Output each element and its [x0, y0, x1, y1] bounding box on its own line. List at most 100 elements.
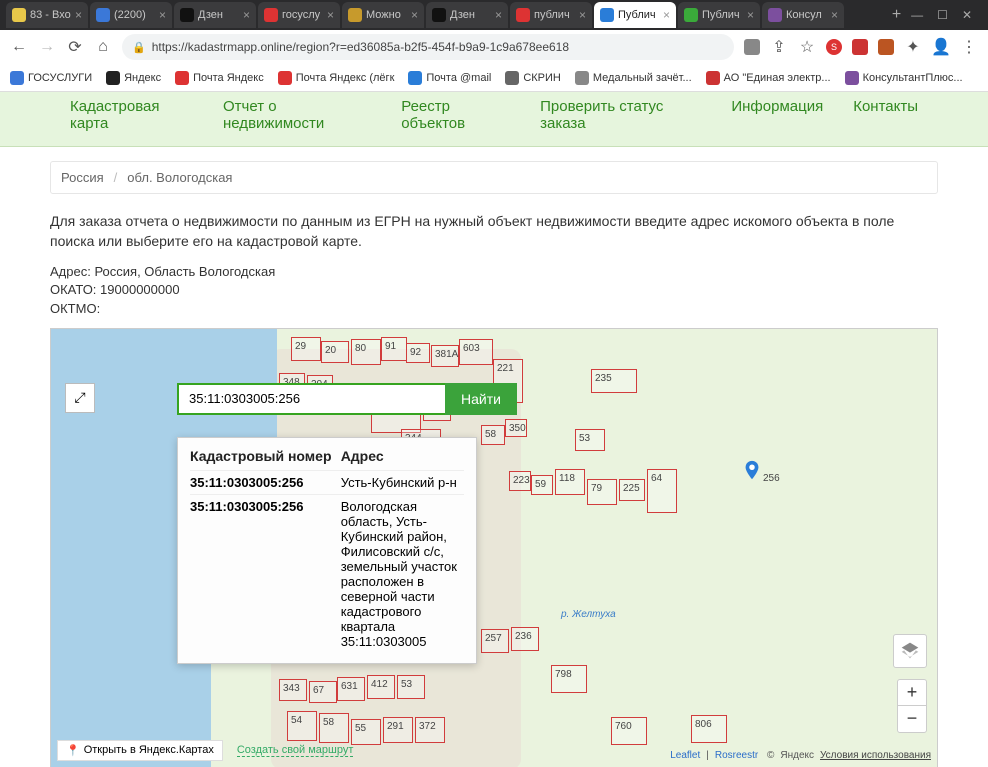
- parcel-label: 79: [591, 483, 602, 494]
- back-button[interactable]: ←: [10, 38, 28, 56]
- parcel-label: 257: [485, 633, 502, 644]
- bookmark-item[interactable]: Медальный зачёт...: [575, 71, 692, 85]
- zoom-out-button[interactable]: −: [898, 706, 926, 732]
- ext-icon[interactable]: [852, 39, 868, 55]
- browser-tab[interactable]: 83 - Вхо×: [6, 2, 88, 28]
- leaflet-link[interactable]: Leaflet: [670, 750, 700, 761]
- nav-info[interactable]: Информация: [731, 98, 823, 132]
- browser-tab[interactable]: Консул×: [762, 2, 844, 28]
- window-close[interactable]: ✕: [962, 8, 972, 22]
- zoom-control: + −: [897, 679, 927, 733]
- browser-tab[interactable]: Дзен×: [426, 2, 508, 28]
- map-search: Найти: [177, 383, 517, 415]
- parcel-label: 350: [509, 423, 526, 434]
- marker-label: 256: [763, 473, 780, 484]
- browser-tab[interactable]: публич×: [510, 2, 592, 28]
- pin-icon: 📍: [66, 744, 80, 757]
- parcel-label: 381A: [435, 349, 458, 360]
- tab-close-icon[interactable]: ×: [495, 8, 502, 22]
- breadcrumb-root[interactable]: Россия: [61, 170, 104, 185]
- tab-close-icon[interactable]: ×: [327, 8, 334, 22]
- nav-registry[interactable]: Реестр объектов: [401, 98, 510, 132]
- parcel-label: 225: [623, 483, 640, 494]
- nav-report[interactable]: Отчет о недвижимости: [223, 98, 371, 132]
- zoom-in-button[interactable]: +: [898, 680, 926, 706]
- bookmark-item[interactable]: Почта Яндекс: [175, 71, 264, 85]
- ext-icon[interactable]: [744, 39, 760, 55]
- cadastral-map[interactable]: 2920809192381A60322134820466102583503442…: [50, 328, 938, 767]
- yandex-brand: Яндекс: [780, 750, 814, 761]
- browser-tab[interactable]: (2200)×: [90, 2, 172, 28]
- yandex-terms-link[interactable]: Условия использования: [820, 750, 931, 761]
- browser-tab[interactable]: госуслу×: [258, 2, 340, 28]
- browser-tab[interactable]: Публич×: [678, 2, 760, 28]
- tab-close-icon[interactable]: ×: [663, 8, 670, 22]
- bookmark-item[interactable]: Яндекс: [106, 71, 161, 85]
- browser-tab[interactable]: Можно×: [342, 2, 424, 28]
- extensions-icon[interactable]: ✦: [904, 38, 922, 56]
- tab-close-icon[interactable]: ×: [75, 8, 82, 22]
- tab-close-icon[interactable]: ×: [747, 8, 754, 22]
- star-icon[interactable]: ☆: [798, 38, 816, 56]
- nav-cadastral-map[interactable]: Кадастровая карта: [70, 98, 193, 132]
- parcel-label: 59: [535, 479, 546, 490]
- bookmark-item[interactable]: Почта Яндекс (лёгк: [278, 71, 395, 85]
- ext-icon[interactable]: S: [826, 39, 842, 55]
- rosreestr-link[interactable]: Rosreestr: [715, 750, 758, 761]
- parcel-label: 806: [695, 719, 712, 730]
- breadcrumb-region: обл. Вологодская: [127, 170, 232, 185]
- search-button[interactable]: Найти: [445, 383, 517, 415]
- bookmark-item[interactable]: АО "Единая электр...: [706, 71, 831, 85]
- window-minimize[interactable]: —: [911, 8, 923, 22]
- parcel-label: 54: [291, 715, 302, 726]
- bookmark-item[interactable]: Почта @mail: [408, 71, 491, 85]
- result-row[interactable]: 35:11:0303005:256 Вологодская область, У…: [190, 494, 464, 653]
- result-row[interactable]: 35:11:0303005:256 Усть-Кубинский р-н: [190, 470, 464, 494]
- browser-tab[interactable]: Дзен×: [174, 2, 256, 28]
- parcel-label: 221: [497, 363, 514, 374]
- tab-close-icon[interactable]: ×: [831, 8, 838, 22]
- parcel-label: 343: [283, 683, 300, 694]
- browser-tab[interactable]: Публич×: [594, 2, 676, 28]
- profile-icon[interactable]: 👤: [932, 38, 950, 56]
- bookmarks-bar: ГОСУСЛУГИ Яндекс Почта Яндекс Почта Яндекс …: [0, 64, 988, 92]
- nav-check-status[interactable]: Проверить статус заказа: [540, 98, 701, 132]
- parcel-label: 291: [387, 721, 404, 732]
- open-yandex-maps[interactable]: 📍 Открыть в Яндекс.Картах: [57, 740, 223, 761]
- forward-button[interactable]: →: [38, 38, 56, 56]
- window-maximize[interactable]: ☐: [937, 8, 948, 22]
- layers-button[interactable]: [893, 634, 927, 668]
- home-button[interactable]: ⌂: [94, 38, 112, 56]
- bookmark-item[interactable]: КонсультантПлюс...: [845, 71, 963, 85]
- parcel-label: 798: [555, 669, 572, 680]
- new-tab-button[interactable]: +: [884, 6, 909, 24]
- parcel-label: 58: [323, 717, 334, 728]
- parcel-label: 92: [410, 347, 421, 358]
- parcel-label: 55: [355, 723, 366, 734]
- address-meta: Адрес: Россия, Область Вологодская ОКАТО…: [50, 263, 938, 318]
- reload-button[interactable]: ⟳: [66, 38, 84, 56]
- share-icon[interactable]: ⇪: [770, 38, 788, 56]
- cadastral-search-input[interactable]: [177, 383, 445, 415]
- parcel-label: 58: [485, 429, 496, 440]
- breadcrumb: Россия / обл. Вологодская: [50, 161, 938, 194]
- tab-close-icon[interactable]: ×: [411, 8, 418, 22]
- create-route-link[interactable]: Создать свой маршрут: [237, 744, 354, 757]
- tab-close-icon[interactable]: ×: [243, 8, 250, 22]
- river-label: р. Желтуха: [561, 609, 616, 620]
- bookmark-item[interactable]: СКРИН: [505, 71, 561, 85]
- tab-close-icon[interactable]: ×: [159, 8, 166, 22]
- nav-contacts[interactable]: Контакты: [853, 98, 918, 132]
- url-text: kadastrmapp.online/region?r=ed36085a-b2f…: [188, 40, 569, 54]
- parcel-label: 29: [295, 341, 306, 352]
- menu-icon[interactable]: ⋮: [960, 38, 978, 56]
- fullscreen-button[interactable]: ⤢: [65, 383, 95, 413]
- address-bar[interactable]: 🔒 https:// kadastrmapp.online/region?r=e…: [122, 34, 734, 60]
- ext-icon[interactable]: [878, 39, 894, 55]
- bookmark-item[interactable]: ГОСУСЛУГИ: [10, 71, 92, 85]
- parcel-label: 412: [371, 679, 388, 690]
- parcel-label: 53: [579, 433, 590, 444]
- tab-close-icon[interactable]: ×: [579, 8, 586, 22]
- parcel-label: 372: [419, 721, 436, 732]
- map-marker[interactable]: [741, 459, 763, 481]
